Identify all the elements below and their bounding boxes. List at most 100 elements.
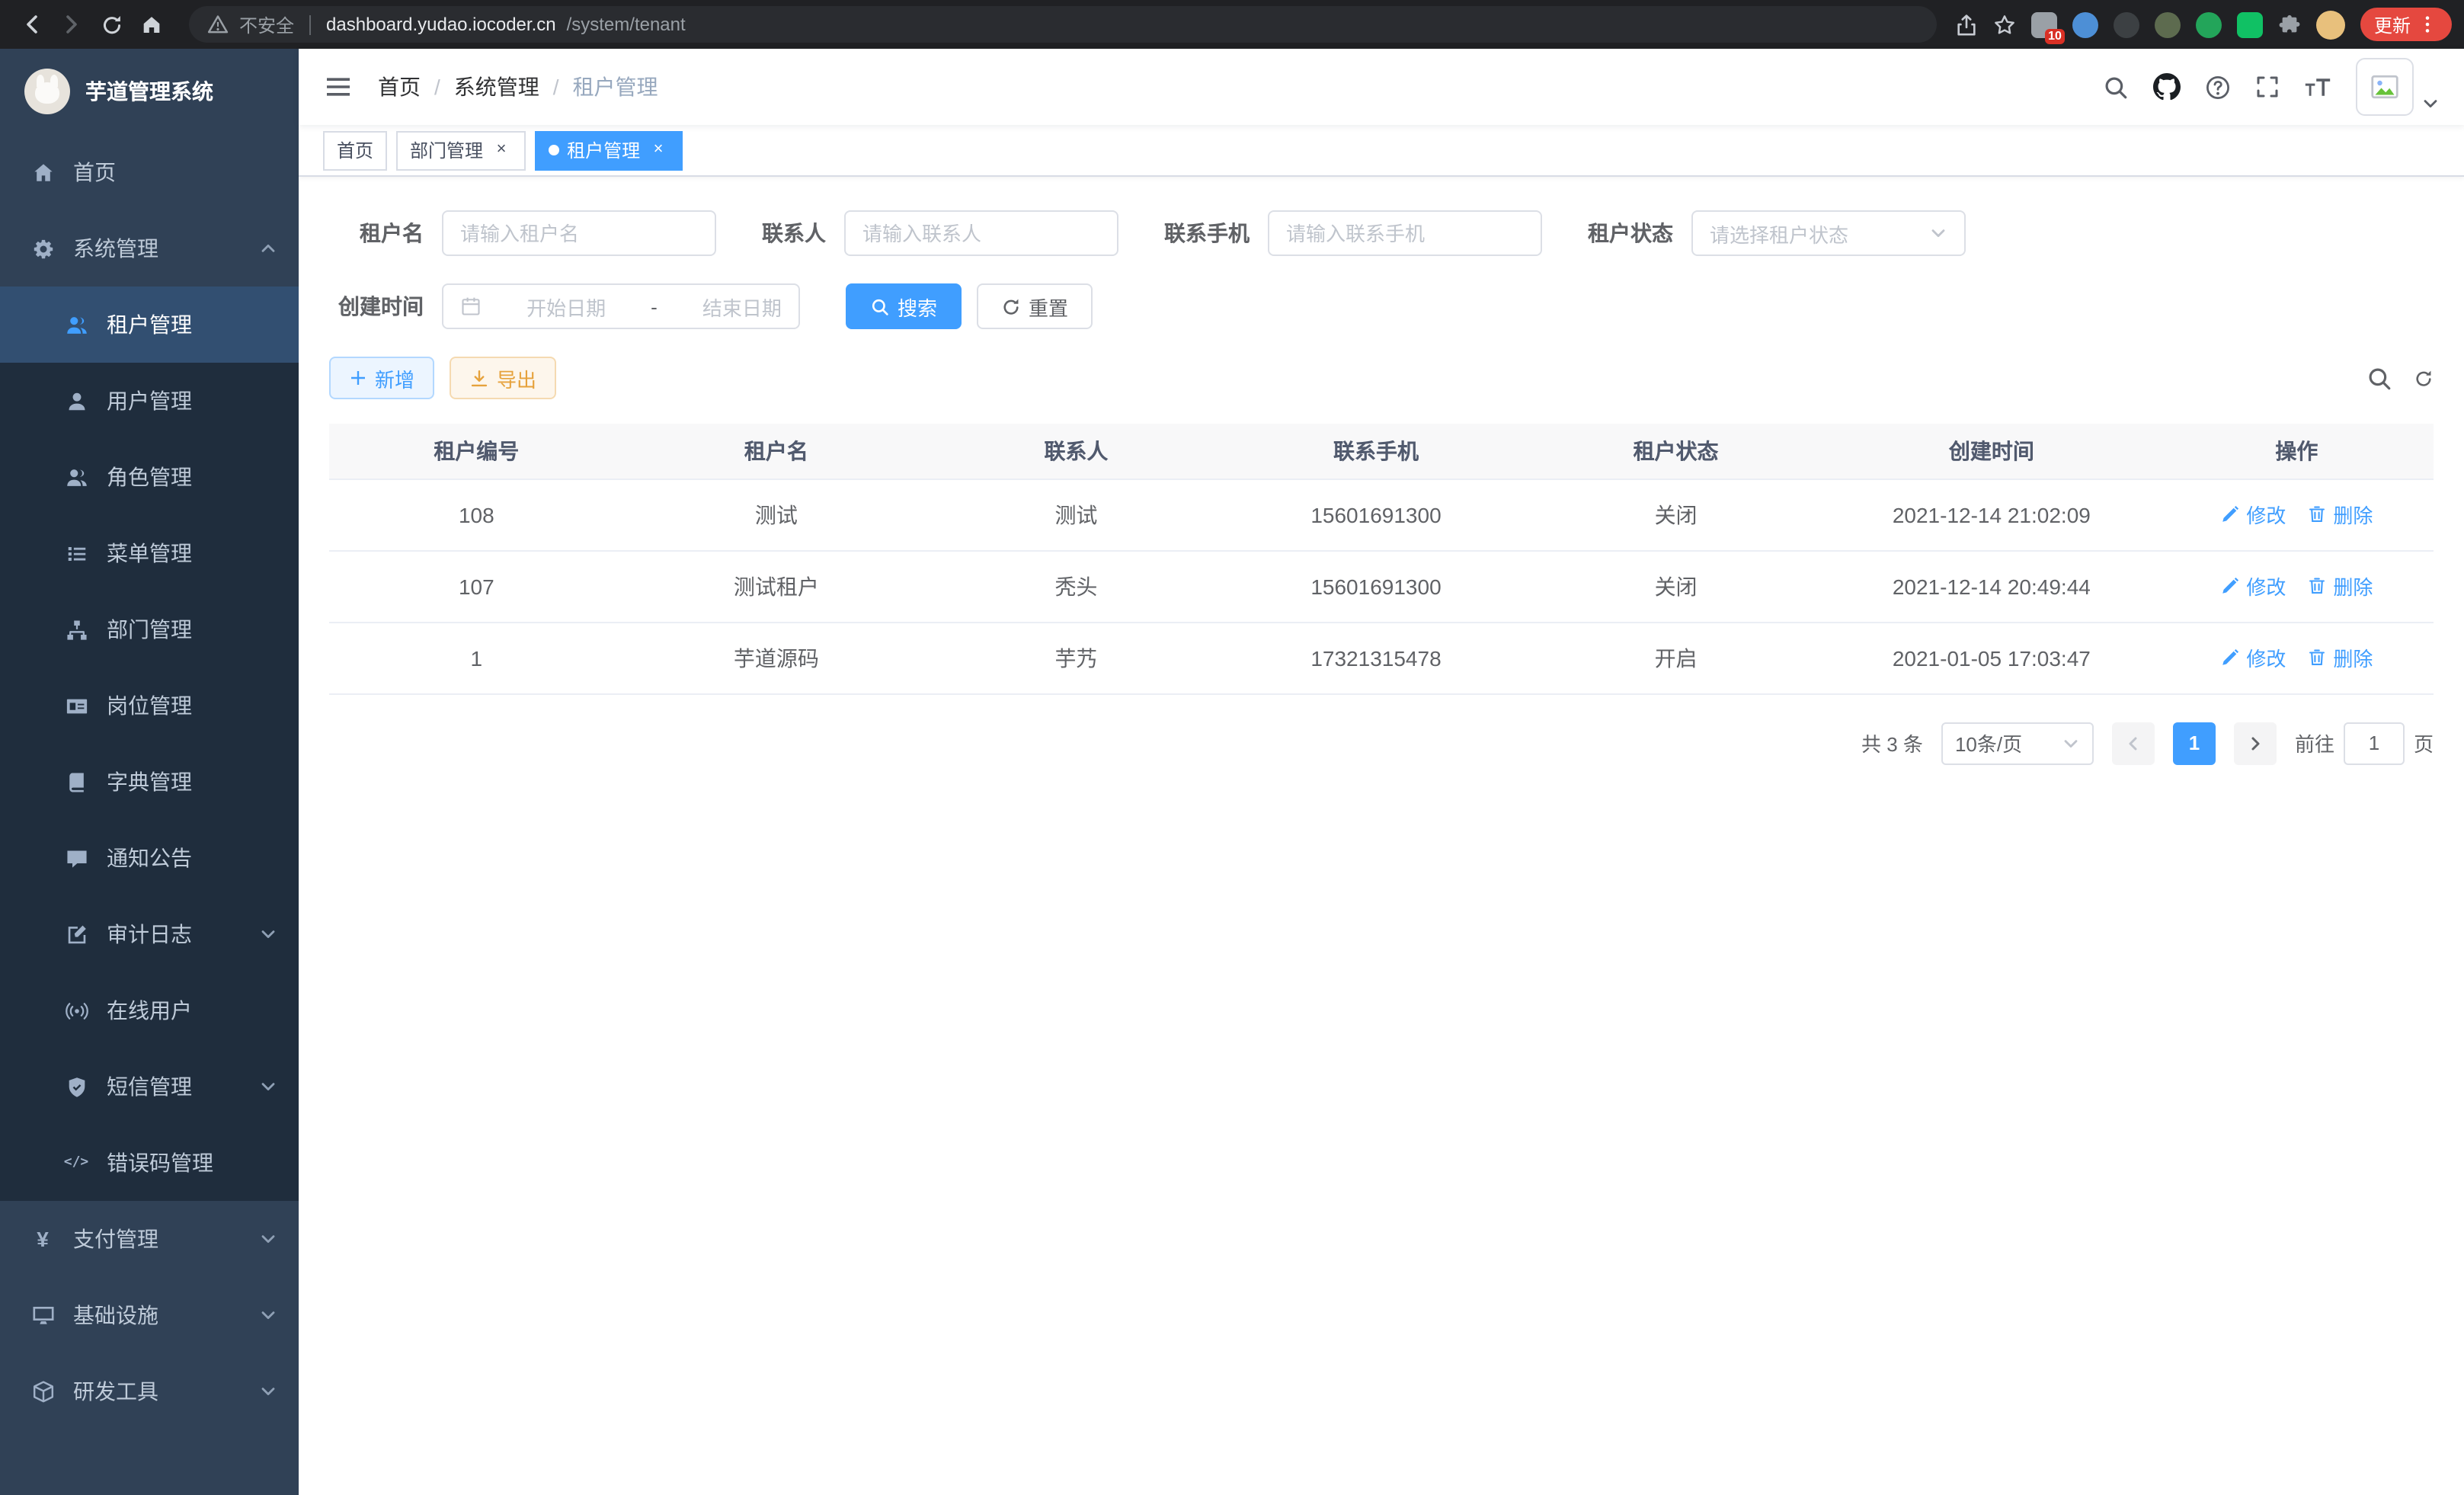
bookmark-star-icon[interactable] (1993, 13, 2016, 36)
sidebar-item-infrastructure[interactable]: 基础设施 (0, 1277, 299, 1353)
edit-button[interactable]: 修改 (2220, 643, 2286, 672)
cell-id: 108 (329, 479, 624, 550)
extension-icon-4[interactable] (2155, 11, 2181, 37)
yen-icon: ¥ (30, 1227, 55, 1251)
gear-icon (30, 236, 55, 261)
tenant-name-field[interactable] (460, 222, 698, 245)
cell-phone: 17321315478 (1224, 622, 1528, 693)
create-time-range-picker[interactable]: 开始日期 - 结束日期 (442, 283, 800, 329)
search-button[interactable]: 搜索 (846, 283, 962, 329)
sidebar-logo[interactable]: 芋道管理系统 (0, 49, 299, 134)
main-area: 首页/系统管理/租户管理 首页部门管理×租户管理× (299, 49, 2464, 1495)
page-number-button[interactable]: 1 (2173, 722, 2216, 764)
font-size-icon[interactable] (2304, 75, 2331, 98)
status-select[interactable]: 请选择租户状态 (1691, 210, 1966, 256)
hamburger-icon[interactable] (323, 72, 354, 102)
delete-button[interactable]: 删除 (2307, 500, 2373, 529)
search-icon[interactable] (2103, 74, 2129, 100)
tag-label: 部门管理 (410, 137, 483, 163)
address-bar[interactable]: 不安全 dashboard.yudao.iocoder.cn/system/te… (189, 6, 1937, 43)
caret-down-icon (2421, 94, 2440, 113)
page-size-select[interactable]: 10条/页 (1941, 722, 2094, 764)
reset-button[interactable]: 重置 (977, 283, 1093, 329)
sidebar-item-sms-management[interactable]: 短信管理 (0, 1048, 299, 1125)
extension-icon-6[interactable] (2237, 11, 2263, 37)
github-icon[interactable] (2153, 73, 2181, 101)
browser-reload-button[interactable] (91, 5, 131, 44)
goto-page-input[interactable] (2344, 722, 2405, 764)
tag-home[interactable]: 首页 (323, 130, 387, 170)
edit-button[interactable]: 修改 (2220, 500, 2286, 529)
edit-button[interactable]: 修改 (2220, 571, 2286, 600)
extension-icon-2[interactable] (2072, 11, 2098, 37)
tag-close-icon[interactable]: × (648, 139, 669, 161)
browser-profile-avatar[interactable] (2316, 10, 2345, 39)
sidebar-item-tenant-management[interactable]: 租户管理 (0, 287, 299, 363)
sidebar-item-label: 短信管理 (107, 1071, 250, 1102)
browser-forward-button[interactable] (52, 5, 91, 44)
browser-home-button[interactable] (131, 5, 171, 44)
sidebar-item-audit-log[interactable]: 审计日志 (0, 896, 299, 972)
browser-back-button[interactable] (12, 5, 52, 44)
breadcrumb-item[interactable]: 系统管理 (454, 72, 539, 102)
sidebar-item-dict-management[interactable]: 字典管理 (0, 744, 299, 820)
next-page-button[interactable] (2234, 722, 2277, 764)
table-toolbar: 新增 导出 (329, 357, 2434, 399)
breadcrumb-item[interactable]: 首页 (378, 72, 421, 102)
cell-status: 关闭 (1528, 479, 1823, 550)
sidebar-item-online-users[interactable]: 在线用户 (0, 972, 299, 1048)
sidebar-item-notice[interactable]: 通知公告 (0, 820, 299, 896)
sidebar-item-label: 系统管理 (73, 233, 250, 264)
prev-page-button[interactable] (2112, 722, 2155, 764)
fullscreen-icon[interactable] (2255, 75, 2280, 99)
cell-status: 开启 (1528, 622, 1823, 693)
breadcrumb-separator: / (434, 75, 440, 99)
calendar-icon (460, 296, 482, 317)
column-header: 创建时间 (1823, 424, 2160, 479)
user-avatar-dropdown[interactable] (2356, 58, 2440, 116)
download-icon (469, 368, 489, 388)
logo-avatar (24, 69, 70, 114)
tag-tenant-management[interactable]: 租户管理× (535, 130, 683, 170)
tag-close-icon[interactable]: × (491, 139, 512, 161)
phone-input[interactable] (1268, 210, 1542, 256)
browser-update-button[interactable]: 更新 (2360, 8, 2452, 41)
extension-icon-5[interactable] (2196, 11, 2222, 37)
extension-icon-3[interactable] (2114, 11, 2139, 37)
sidebar-item-role-management[interactable]: 角色管理 (0, 439, 299, 515)
share-icon[interactable] (1955, 13, 1978, 36)
contact-input[interactable] (844, 210, 1118, 256)
sidebar-item-label: 字典管理 (107, 767, 277, 797)
sidebar-item-system-management[interactable]: 系统管理 (0, 210, 299, 287)
refresh-list-icon[interactable] (2414, 368, 2434, 388)
delete-button[interactable]: 删除 (2307, 571, 2373, 600)
contact-field[interactable] (862, 222, 1100, 245)
chevron-down-icon (1929, 224, 1947, 242)
sidebar-item-user-management[interactable]: 用户管理 (0, 363, 299, 439)
sidebar-item-label: 菜单管理 (107, 538, 277, 568)
sidebar-item-post-management[interactable]: 岗位管理 (0, 667, 299, 744)
contact-label: 联系人 (762, 218, 826, 248)
app-header: 首页/系统管理/租户管理 (299, 49, 2464, 125)
sidebar-item-dev-tools[interactable]: 研发工具 (0, 1353, 299, 1429)
export-button[interactable]: 导出 (450, 357, 556, 399)
cell-contact: 秃头 (929, 550, 1224, 622)
monitor-icon (30, 1303, 55, 1327)
page-suffix: 页 (2414, 728, 2434, 757)
sidebar-item-label: 研发工具 (73, 1376, 250, 1407)
sidebar-item-error-code-management[interactable]: </>错误码管理 (0, 1125, 299, 1201)
help-icon[interactable] (2205, 74, 2231, 100)
sidebar-item-home[interactable]: 首页 (0, 134, 299, 210)
extension-icon-1[interactable]: 10 (2031, 11, 2057, 37)
tenant-name-input[interactable] (442, 210, 716, 256)
extensions-puzzle-icon[interactable] (2278, 13, 2301, 36)
sidebar-item-payment-management[interactable]: ¥支付管理 (0, 1201, 299, 1277)
sidebar-item-menu-management[interactable]: 菜单管理 (0, 515, 299, 591)
tag-dept-management[interactable]: 部门管理 × (396, 130, 526, 170)
toggle-search-icon[interactable] (2366, 365, 2392, 391)
delete-button[interactable]: 删除 (2307, 643, 2373, 672)
cell-created: 2021-12-14 21:02:09 (1823, 479, 2160, 550)
add-button[interactable]: 新增 (329, 357, 434, 399)
sidebar-item-dept-management[interactable]: 部门管理 (0, 591, 299, 667)
phone-field[interactable] (1286, 222, 1524, 245)
